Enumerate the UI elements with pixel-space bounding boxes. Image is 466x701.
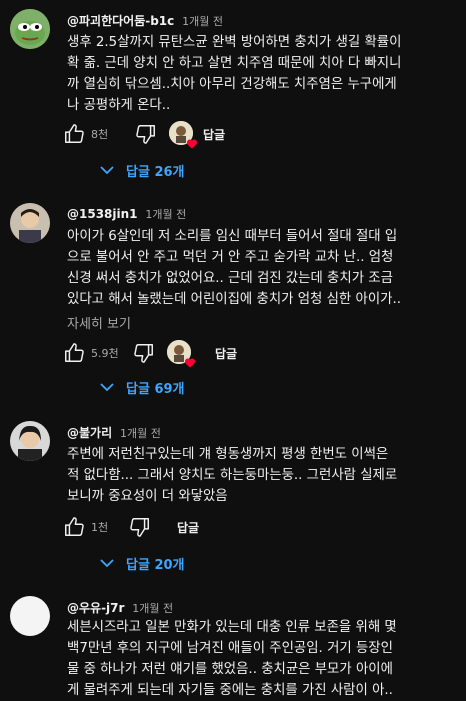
pepe-avatar-icon [10, 9, 50, 49]
thumbs-down-icon [136, 125, 155, 144]
dislike-button[interactable] [129, 512, 151, 542]
comment-line: 보니까 중요성이 더 와닿았음 [67, 489, 228, 504]
comment-line: 백7만년 후의 지구에 남겨진 애들이 주인공임. 거기 등장인 [67, 641, 393, 656]
replies-toggle[interactable]: 답글 20개 [100, 549, 185, 577]
avatar[interactable] [10, 203, 50, 243]
read-more-link[interactable]: 자세히 보기 [67, 313, 131, 332]
comment-line: 세븐시즈라고 일본 만화가 있는데 대충 인류 보존을 위해 몇 [67, 620, 397, 635]
reply-button[interactable]: 답글 [177, 512, 199, 542]
like-button[interactable]: 1천 [63, 512, 108, 542]
comment-line: 신경 써서 충치가 없었어요.. 근데 검진 갔는데 충치가 조금 [67, 271, 393, 286]
reply-button[interactable]: 답글 [203, 119, 225, 149]
replies-toggle[interactable]: 답글 26개 [100, 156, 185, 184]
heart-icon [185, 358, 195, 368]
comment-line: 있다고 해서 놀랬는데 어린이집에 충치가 엄청 심한 아이가.. [67, 292, 401, 307]
dislike-button[interactable] [133, 338, 155, 368]
author-line: @우유-j7r 1개월 전 [67, 599, 173, 616]
thumbs-up-icon [65, 343, 84, 362]
reply-button[interactable]: 답글 [215, 338, 237, 368]
comment-text: 아이가 6살인데 저 소리를 임신 때부터 들어서 절대 절대 입 으로 불어서… [67, 226, 459, 310]
avatar[interactable] [10, 9, 50, 49]
reply-label: 답글 [177, 520, 200, 535]
chevron-down-icon [100, 559, 114, 568]
author-name[interactable]: @파괴한다어둠-b1c [67, 14, 174, 28]
chevron-down-icon [100, 383, 114, 392]
avatar[interactable] [10, 421, 50, 461]
like-count: 5.9천 [91, 347, 119, 360]
comment-text: 주변에 저런친구있는데 걔 형동생까지 평생 한번도 이썩은 적 없다함... … [67, 444, 459, 507]
thumbs-up-icon [65, 517, 84, 536]
like-button[interactable]: 5.9천 [63, 338, 119, 368]
comment-time[interactable]: 1개월 전 [182, 15, 223, 28]
creator-heart [169, 119, 197, 149]
comment-line: 적 없다함... 그래서 양치도 하는둥마는둥.. 그런사람 실제로 [67, 468, 398, 483]
like-button[interactable]: 8천 [63, 119, 108, 149]
replies-count: 답글 26개 [126, 164, 185, 180]
author-name[interactable]: @불가리 [67, 426, 112, 440]
replies-count: 답글 69개 [126, 381, 185, 397]
comment-line: 생후 2.5살까지 뮤탄스균 완벽 방어하면 충치가 생길 확률이 [67, 35, 402, 50]
chevron-down-icon [100, 166, 114, 175]
dislike-button[interactable] [135, 119, 157, 149]
comment-line: 으로 불어서 안 주고 먹던 거 안 주고 숟가락 교차 난.. 엄청 [67, 250, 394, 265]
person-avatar-icon [10, 203, 50, 243]
thumbs-down-icon [134, 344, 153, 363]
comment-time[interactable]: 1개월 전 [132, 602, 173, 615]
comment-line: 나 공평하게 온다.. [67, 98, 171, 113]
comment-line: 주변에 저런친구있는데 걔 형동생까지 평생 한번도 이썩은 [67, 447, 389, 462]
comment-text: 세븐시즈라고 일본 만화가 있는데 대충 인류 보존을 위해 몇 백7만년 후의… [67, 617, 459, 701]
avatar[interactable] [10, 596, 50, 636]
comment-line: 아이가 6살인데 저 소리를 임신 때부터 들어서 절대 절대 입 [67, 229, 398, 244]
reply-label: 답글 [215, 346, 238, 361]
comment-time[interactable]: 1개월 전 [120, 427, 161, 440]
creator-heart [167, 338, 195, 368]
comment-line: 게 물려주게 되는데 자기들 중에는 충치를 가진 사람이 아.. [67, 683, 393, 698]
comment-line: 물 중 하나가 저런 얘기를 했었음.. 충치균은 부모가 아이에 [67, 662, 393, 677]
comment-actions: 5.9천 답글 [63, 338, 443, 368]
author-name[interactable]: @우유-j7r [67, 601, 124, 615]
heart-icon [187, 139, 197, 149]
replies-toggle[interactable]: 답글 69개 [100, 373, 185, 401]
author-line: @불가리 1개월 전 [67, 424, 161, 441]
comment-line: 확 줆. 근데 양치 안 하고 살면 치주염 때문에 치아 다 빠지니 [67, 56, 402, 71]
reply-label: 답글 [203, 127, 226, 142]
author-name[interactable]: @1538jin1 [67, 207, 138, 221]
comment-line: 까 열심히 닦으셈..치아 아무리 건강해도 치주염은 누구에게 [67, 77, 397, 92]
comment-actions: 1천 답글 [63, 512, 443, 542]
author-line: @파괴한다어둠-b1c 1개월 전 [67, 12, 223, 29]
thumbs-up-icon [65, 124, 84, 143]
author-line: @1538jin1 1개월 전 [67, 206, 186, 222]
like-count: 8천 [91, 128, 109, 141]
thumbs-down-icon [130, 518, 149, 537]
comment-text: 생후 2.5살까지 뮤탄스균 완벽 방어하면 충치가 생길 확률이 확 줆. 근… [67, 32, 459, 116]
person-avatar-icon [10, 421, 50, 461]
like-count: 1천 [91, 521, 109, 534]
comment-time[interactable]: 1개월 전 [145, 208, 186, 221]
comment-actions: 8천 답글 [63, 119, 443, 149]
replies-count: 답글 20개 [126, 557, 185, 573]
